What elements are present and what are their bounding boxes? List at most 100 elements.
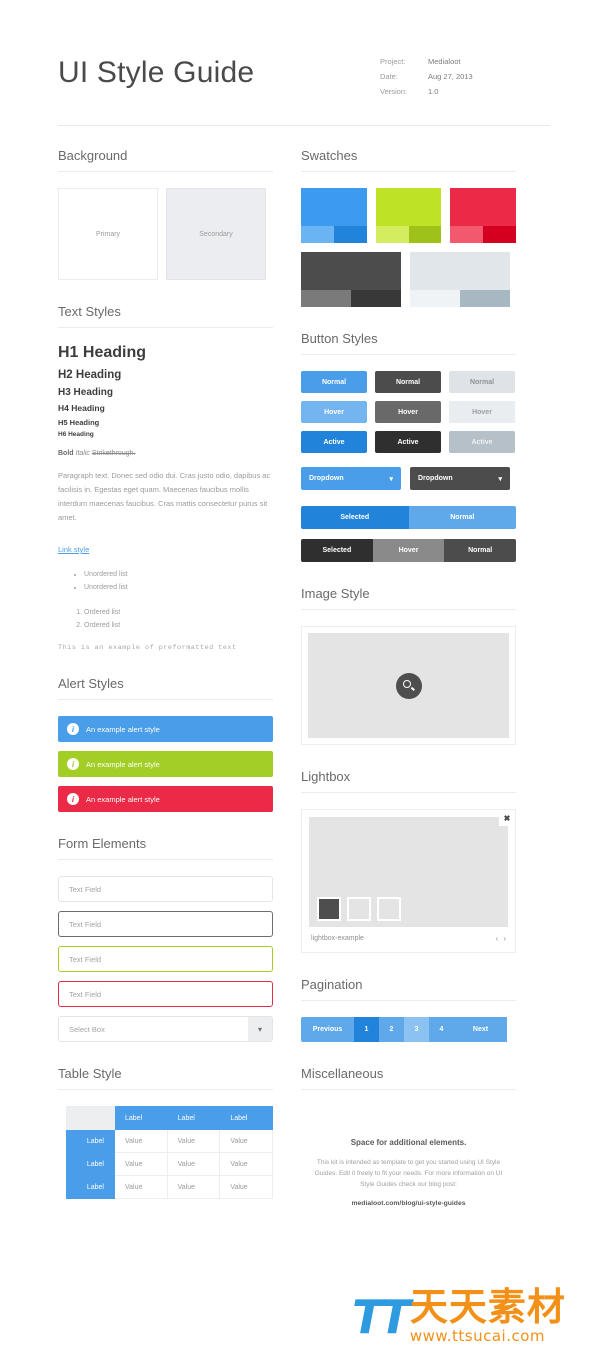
section-divider — [301, 1000, 516, 1001]
text-field-success[interactable]: Text Field — [58, 946, 273, 972]
button-blue-active[interactable]: Active — [301, 431, 367, 453]
lightbox-frame: ✖ lightbox-example ‹ › — [301, 809, 516, 953]
tabbar-blue: Selected Normal — [301, 506, 516, 529]
button-dark-hover[interactable]: Hover — [375, 401, 441, 423]
lightbox-caption: lightbox-example — [311, 935, 364, 942]
pagination-page-1[interactable]: 1 — [354, 1017, 379, 1042]
lightbox-thumb[interactable] — [347, 897, 371, 921]
chevron-left-icon[interactable]: ‹ — [496, 934, 499, 943]
button-gray-hover[interactable]: Hover — [449, 401, 515, 423]
alert-label: An example alert style — [86, 724, 160, 734]
italic-sample: Italic — [75, 450, 90, 457]
section-image-style: Image Style — [301, 586, 516, 745]
section-divider — [301, 171, 516, 172]
misc-body-text: This kit is intended as template to get … — [314, 1159, 503, 1188]
dropdown-blue[interactable]: Dropdown ▾ — [301, 467, 401, 490]
dropdown-dark[interactable]: Dropdown ▾ — [410, 467, 510, 490]
right-column: Swatches Button Styles Normal Normal Nor… — [301, 148, 517, 1231]
meta-value-version: 1.0 — [428, 87, 439, 96]
swatch-main — [450, 188, 517, 226]
meta-value-project: Medialoot — [428, 57, 461, 66]
bold-sample: Bold — [58, 450, 74, 457]
misc-blog-link[interactable]: medialoot.com/blog/ui-style-guides — [309, 1200, 508, 1207]
section-divider — [301, 609, 516, 610]
lightbox-thumb[interactable] — [377, 897, 401, 921]
table-cell: Value — [114, 1129, 168, 1153]
section-button-styles: Button Styles Normal Normal Normal Hover… — [301, 331, 516, 562]
search-icon — [403, 680, 415, 692]
button-blue-normal[interactable]: Normal — [301, 371, 367, 393]
pagination-page-2[interactable]: 2 — [379, 1017, 404, 1042]
table-header-row: Label Label Label — [66, 1106, 273, 1130]
swatch-dark — [408, 226, 442, 243]
tab-selected[interactable]: Selected — [301, 506, 409, 529]
style-guide-page: UI Style Guide Project: Medialoot Date: … — [0, 0, 600, 1350]
pagination-page-3[interactable]: 3 — [404, 1017, 429, 1042]
swatch-dark — [351, 290, 401, 307]
section-swatches: Swatches — [301, 148, 517, 307]
swatch-light — [301, 226, 334, 243]
background-primary-label: Primary — [95, 230, 121, 238]
chevron-down-icon: ▾ — [248, 1017, 272, 1041]
heading-h6-sample: H6 Heading — [58, 431, 94, 438]
watermark-chinese-text: 天天素材 — [409, 1285, 566, 1329]
swatch-main — [375, 188, 442, 226]
link-style-sample[interactable]: Link style — [58, 545, 89, 554]
swatch-dark — [483, 226, 517, 243]
pagination-page-4[interactable]: 4 — [429, 1017, 454, 1042]
table-column-header: Label — [166, 1106, 221, 1130]
button-dark-normal[interactable]: Normal — [375, 371, 441, 393]
list-item: Ordered list — [84, 606, 273, 619]
zoom-button[interactable] — [395, 672, 422, 699]
pagination-next[interactable]: Next — [454, 1017, 507, 1042]
section-table-style: Table Style Label Label Label Label Valu… — [58, 1066, 273, 1199]
background-primary-swatch: Primary — [58, 188, 158, 280]
tab-normal[interactable]: Normal — [408, 506, 516, 529]
section-title-forms: Form Elements — [58, 836, 147, 851]
left-column: Background Primary Secondary Text Styles… — [58, 148, 273, 1231]
section-title-misc: Miscellaneous — [301, 1066, 384, 1081]
button-gray-normal[interactable]: Normal — [449, 371, 515, 393]
tab-normal[interactable]: Normal — [444, 539, 516, 562]
ordered-list-sample: Ordered list Ordered list — [84, 606, 273, 632]
section-divider — [58, 859, 273, 860]
section-background: Background Primary Secondary — [58, 148, 273, 280]
project-meta: Project: Medialoot Date: Aug 27, 2013 Ve… — [380, 44, 550, 99]
tab-selected[interactable]: Selected — [301, 539, 373, 562]
pagination-previous[interactable]: Previous — [301, 1017, 354, 1042]
list-item: Unordered list — [84, 568, 273, 581]
heading-h2-sample: H2 Heading — [58, 369, 122, 381]
misc-heading: Space for additional elements. — [350, 1138, 467, 1147]
chevron-right-icon[interactable]: › — [503, 934, 506, 943]
button-gray-active[interactable]: Active — [449, 431, 515, 453]
table-row: Label Value Value Value — [66, 1152, 273, 1176]
list-item: Ordered list — [84, 619, 273, 632]
select-box[interactable]: Select Box ▾ — [58, 1016, 273, 1042]
button-blue-hover[interactable]: Hover — [301, 401, 367, 423]
info-icon: i — [67, 793, 79, 805]
page-header: UI Style Guide Project: Medialoot Date: … — [0, 0, 600, 99]
table-corner-cell — [66, 1106, 115, 1130]
list-item: Unordered list — [84, 581, 273, 594]
section-miscellaneous: Miscellaneous Space for additional eleme… — [301, 1066, 516, 1207]
heading-h5-sample: H5 Heading — [58, 418, 100, 427]
text-field-focus[interactable]: Text Field — [58, 911, 273, 937]
meta-key-project: Project: — [380, 57, 406, 66]
tab-hover[interactable]: Hover — [372, 539, 445, 562]
table-row-header: Label — [66, 1129, 115, 1153]
text-field-default[interactable]: Text Field — [58, 876, 273, 902]
preformatted-text-sample: This is an example of preformatted text — [58, 644, 237, 652]
page-title: UI Style Guide — [58, 56, 255, 89]
table-row: Label Value Value Value — [66, 1129, 273, 1153]
section-divider — [58, 327, 273, 328]
close-icon[interactable]: ✖ — [499, 810, 515, 826]
style-table: Label Label Label Label Value Value Valu… — [66, 1106, 273, 1199]
button-dark-active[interactable]: Active — [375, 431, 441, 453]
table-cell: Value — [166, 1175, 221, 1199]
meta-row: Project: Medialoot — [380, 54, 550, 69]
text-field-error[interactable]: Text Field — [58, 981, 273, 1007]
table-cell: Value — [219, 1152, 273, 1176]
section-title-image: Image Style — [301, 586, 370, 601]
table-column-header: Label — [114, 1106, 168, 1130]
lightbox-thumb-active[interactable] — [317, 897, 341, 921]
